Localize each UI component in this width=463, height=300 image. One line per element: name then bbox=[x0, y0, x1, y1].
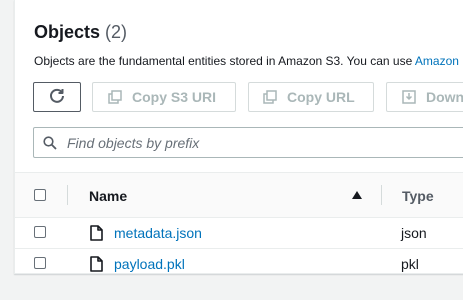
refresh-icon bbox=[49, 88, 65, 107]
row-checkbox[interactable] bbox=[34, 226, 46, 238]
file-icon bbox=[90, 256, 103, 272]
column-header-name[interactable]: Name bbox=[89, 188, 127, 204]
object-type: pkl bbox=[401, 256, 419, 272]
refresh-button[interactable] bbox=[33, 82, 81, 112]
objects-description: Objects are the fundamental entities sto… bbox=[34, 54, 459, 68]
object-type: json bbox=[401, 225, 427, 241]
table-row: payload.pkl pkl bbox=[15, 249, 463, 273]
copy-icon bbox=[108, 90, 122, 104]
description-link[interactable]: Amazon bbox=[415, 54, 459, 68]
description-text: Objects are the fundamental entities sto… bbox=[34, 54, 415, 68]
sort-ascending-icon[interactable] bbox=[352, 191, 362, 199]
copy-s3-uri-label: Copy S3 URI bbox=[132, 89, 217, 105]
copy-url-label: Copy URL bbox=[287, 89, 355, 105]
column-separator[interactable] bbox=[381, 185, 382, 205]
objects-panel: Objects (2) Objects are the fundamental … bbox=[14, 0, 463, 274]
page-title: Objects (2) bbox=[34, 22, 127, 43]
select-all-checkbox[interactable] bbox=[34, 189, 46, 201]
title-text: Objects bbox=[34, 22, 101, 42]
column-separator[interactable] bbox=[67, 185, 68, 205]
object-count: (2) bbox=[105, 22, 128, 42]
object-name-link[interactable]: payload.pkl bbox=[114, 256, 185, 272]
file-icon bbox=[90, 225, 103, 241]
objects-table: Name Type metadata.json json payload.pkl… bbox=[15, 172, 463, 273]
search-input[interactable] bbox=[67, 134, 447, 151]
download-button[interactable]: Down bbox=[386, 82, 463, 112]
search-box[interactable] bbox=[33, 127, 463, 158]
object-name-link[interactable]: metadata.json bbox=[114, 225, 202, 241]
download-label: Down bbox=[426, 89, 463, 105]
copy-icon bbox=[263, 90, 277, 104]
column-header-type[interactable]: Type bbox=[402, 188, 434, 204]
search-icon bbox=[43, 135, 57, 150]
copy-url-button[interactable]: Copy URL bbox=[248, 82, 374, 112]
download-icon bbox=[402, 90, 416, 104]
copy-s3-uri-button[interactable]: Copy S3 URI bbox=[92, 82, 236, 112]
table-header: Name Type bbox=[15, 172, 463, 218]
row-checkbox[interactable] bbox=[34, 257, 46, 269]
table-row: metadata.json json bbox=[15, 218, 463, 249]
